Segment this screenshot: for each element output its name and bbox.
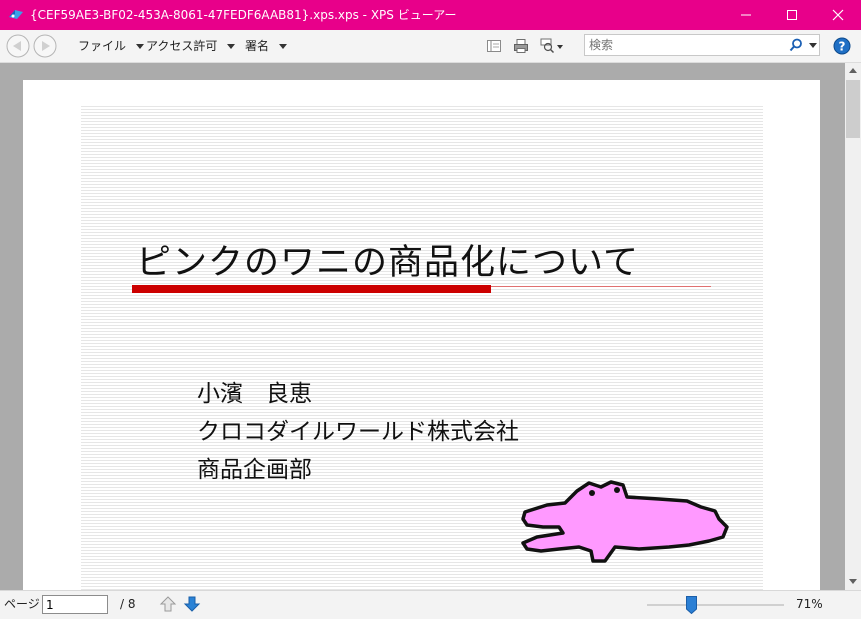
- zoom-icon[interactable]: [540, 38, 564, 54]
- minimize-button[interactable]: [723, 0, 769, 30]
- zoom-slider-track[interactable]: [647, 604, 784, 606]
- search-field[interactable]: [584, 34, 820, 56]
- xps-viewer-icon: [9, 10, 23, 19]
- title-underline-bar: [132, 285, 491, 293]
- previous-page-icon[interactable]: [159, 595, 177, 613]
- vertical-scrollbar[interactable]: [845, 63, 861, 590]
- print-icon[interactable]: [513, 38, 529, 54]
- search-icon[interactable]: [789, 38, 803, 52]
- zoom-level: 71%: [796, 597, 823, 611]
- chevron-down-icon: [279, 44, 288, 49]
- zoom-slider-thumb[interactable]: [686, 596, 697, 614]
- svg-text:?: ?: [839, 40, 846, 54]
- chevron-down-icon: [227, 44, 236, 49]
- document-page: ピンクのワニの商品化について 小濱 良恵 クロコダイルワールド株式会社 商品企画…: [23, 80, 820, 590]
- search-input[interactable]: [589, 36, 779, 54]
- maximize-button[interactable]: [769, 0, 815, 30]
- close-button[interactable]: [815, 0, 861, 30]
- back-forward-buttons[interactable]: [4, 33, 60, 59]
- page-label: ページ: [4, 597, 40, 611]
- scroll-down-icon[interactable]: [849, 579, 857, 584]
- minimize-icon: [741, 14, 751, 16]
- help-icon[interactable]: ?: [833, 37, 851, 55]
- scrollbar-thumb[interactable]: [846, 80, 860, 138]
- page-total: / 8: [120, 597, 136, 611]
- document-viewport[interactable]: ピンクのワニの商品化について 小濱 良恵 クロコダイルワールド株式会社 商品企画…: [0, 63, 845, 590]
- slide-title: ピンクのワニの商品化について: [136, 243, 639, 283]
- department-name: 商品企画部: [197, 457, 312, 483]
- company-name: クロコダイルワールド株式会社: [197, 419, 519, 445]
- signature-menu-label: 署名: [245, 39, 270, 53]
- next-page-icon[interactable]: [183, 595, 201, 613]
- search-options-icon[interactable]: [809, 43, 817, 48]
- permissions-menu[interactable]: アクセス許可: [146, 30, 236, 62]
- window-title: {CEF59AE3-BF02-453A-8061-47FEDF6AAB81}.x…: [30, 8, 457, 22]
- title-underline-line: [491, 286, 711, 287]
- slide: ピンクのワニの商品化について 小濱 良恵 クロコダイルワールド株式会社 商品企画…: [81, 104, 763, 590]
- maximize-icon: [787, 10, 797, 20]
- signature-menu[interactable]: 署名: [245, 30, 288, 62]
- permissions-menu-label: アクセス許可: [146, 39, 218, 53]
- file-menu[interactable]: ファイル: [78, 30, 145, 62]
- title-bar: {CEF59AE3-BF02-453A-8061-47FEDF6AAB81}.x…: [0, 0, 861, 30]
- author-name: 小濱 良恵: [197, 381, 312, 407]
- pink-crocodile-image: [521, 480, 729, 563]
- scroll-up-icon[interactable]: [849, 68, 857, 73]
- close-icon: [832, 9, 844, 21]
- toolbar: ファイル アクセス許可 署名 ?: [0, 30, 861, 63]
- chevron-down-icon: [136, 44, 145, 49]
- page-number-input[interactable]: [42, 595, 108, 614]
- status-bar: ページ / 8 71%: [0, 590, 861, 619]
- file-menu-label: ファイル: [78, 39, 127, 53]
- outline-icon[interactable]: [486, 38, 502, 54]
